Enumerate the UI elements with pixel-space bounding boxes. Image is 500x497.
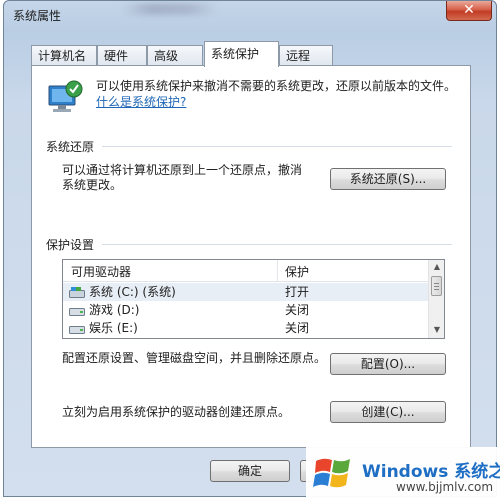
tab-advanced[interactable]: 高级 <box>147 45 203 66</box>
watermark-brand-en: Windows <box>362 462 449 482</box>
drive-status: 打开 <box>285 285 310 299</box>
drive-row-c[interactable]: 系统 (C:) (系统) 打开 <box>63 283 429 301</box>
system-restore-divider <box>102 146 452 147</box>
scroll-up-icon[interactable]: ▲ <box>429 260 444 274</box>
hard-drive-icon <box>69 326 85 334</box>
create-description: 立刻为启用系统保护的驱动器创建还原点。 <box>62 405 291 419</box>
window-title: 系统属性 <box>13 9 62 23</box>
protection-settings-heading: 保护设置 <box>46 238 95 252</box>
thumb-grip <box>434 286 439 287</box>
windows-logo-icon <box>313 458 350 488</box>
list-header: 可用驱动器 保护 <box>63 260 429 282</box>
intro-description: 可以使用系统保护来撤消不需要的系统更改，还原以前版本的文件。什么是系统保护? <box>96 78 456 110</box>
what-is-system-protection-link[interactable]: 什么是系统保护? <box>96 95 186 109</box>
watermark-url: www.bjjmlv.com <box>396 480 494 494</box>
configure-button[interactable]: 配置(O)... <box>330 353 446 375</box>
create-button[interactable]: 创建(C)... <box>330 401 446 423</box>
tab-remote[interactable]: 远程 <box>279 45 333 66</box>
thumb-grip <box>434 283 439 284</box>
drive-name: 娱乐 (E:) <box>89 321 138 335</box>
column-header-protection[interactable]: 保护 <box>285 263 309 280</box>
watermark: Windows 系统之家 www.bjjmlv.com <box>306 447 500 497</box>
drive-row-e[interactable]: 娱乐 (E:) 关闭 <box>63 319 429 337</box>
drive-status: 关闭 <box>285 303 310 317</box>
title-blur-region <box>122 3 218 15</box>
title-bar[interactable]: 系统属性 ✕ <box>4 1 496 31</box>
vertical-scrollbar[interactable]: ▲ ▼ <box>428 260 444 338</box>
close-button[interactable]: ✕ <box>446 1 492 21</box>
drive-name: 系统 (C:) (系统) <box>89 285 176 299</box>
system-properties-window: 系统属性 ✕ 计算机名 硬件 高级 系统保护 远程 可以使用系统保护来撤消不需要… <box>3 0 497 497</box>
system-protection-icon <box>48 80 83 112</box>
protection-settings-divider <box>102 244 452 245</box>
system-restore-description: 可以通过将计算机还原到上一个还原点，撤消系统更改。 <box>62 163 303 192</box>
system-protection-panel: 可以使用系统保护来撤消不需要的系统更改，还原以前版本的文件。什么是系统保护? 系… <box>31 65 471 448</box>
column-header-drives[interactable]: 可用驱动器 <box>71 263 131 280</box>
configure-description: 配置还原设置、管理磁盘空间，并且删除还原点。 <box>62 351 327 365</box>
drive-name: 游戏 (D:) <box>89 303 140 317</box>
tab-system-protection[interactable]: 系统保护 <box>204 41 279 67</box>
hard-drive-icon <box>69 308 85 316</box>
system-restore-button[interactable]: 系统还原(S)... <box>330 168 446 190</box>
drive-row-d[interactable]: 游戏 (D:) 关闭 <box>63 301 429 319</box>
watermark-brand: Windows 系统之家 <box>362 457 500 482</box>
drive-status: 关闭 <box>285 321 310 335</box>
tab-computer-name[interactable]: 计算机名 <box>31 45 97 66</box>
intro-text: 可以使用系统保护来撤消不需要的系统更改，还原以前版本的文件。 <box>96 79 457 93</box>
ok-button[interactable]: 确定 <box>210 460 290 482</box>
system-drive-icon <box>69 287 85 298</box>
drive-list[interactable]: 可用驱动器 保护 系统 (C:) (系统) 打开 游戏 (D:) 关闭 娱乐 (… <box>62 259 445 339</box>
watermark-brand-cn: 系统之家 <box>454 462 500 482</box>
column-separator[interactable] <box>277 260 278 282</box>
system-restore-heading: 系统还原 <box>46 140 95 154</box>
scroll-thumb[interactable] <box>431 276 442 296</box>
thumb-grip <box>434 289 439 290</box>
tab-hardware[interactable]: 硬件 <box>97 45 147 66</box>
scroll-down-icon[interactable]: ▼ <box>429 323 444 337</box>
